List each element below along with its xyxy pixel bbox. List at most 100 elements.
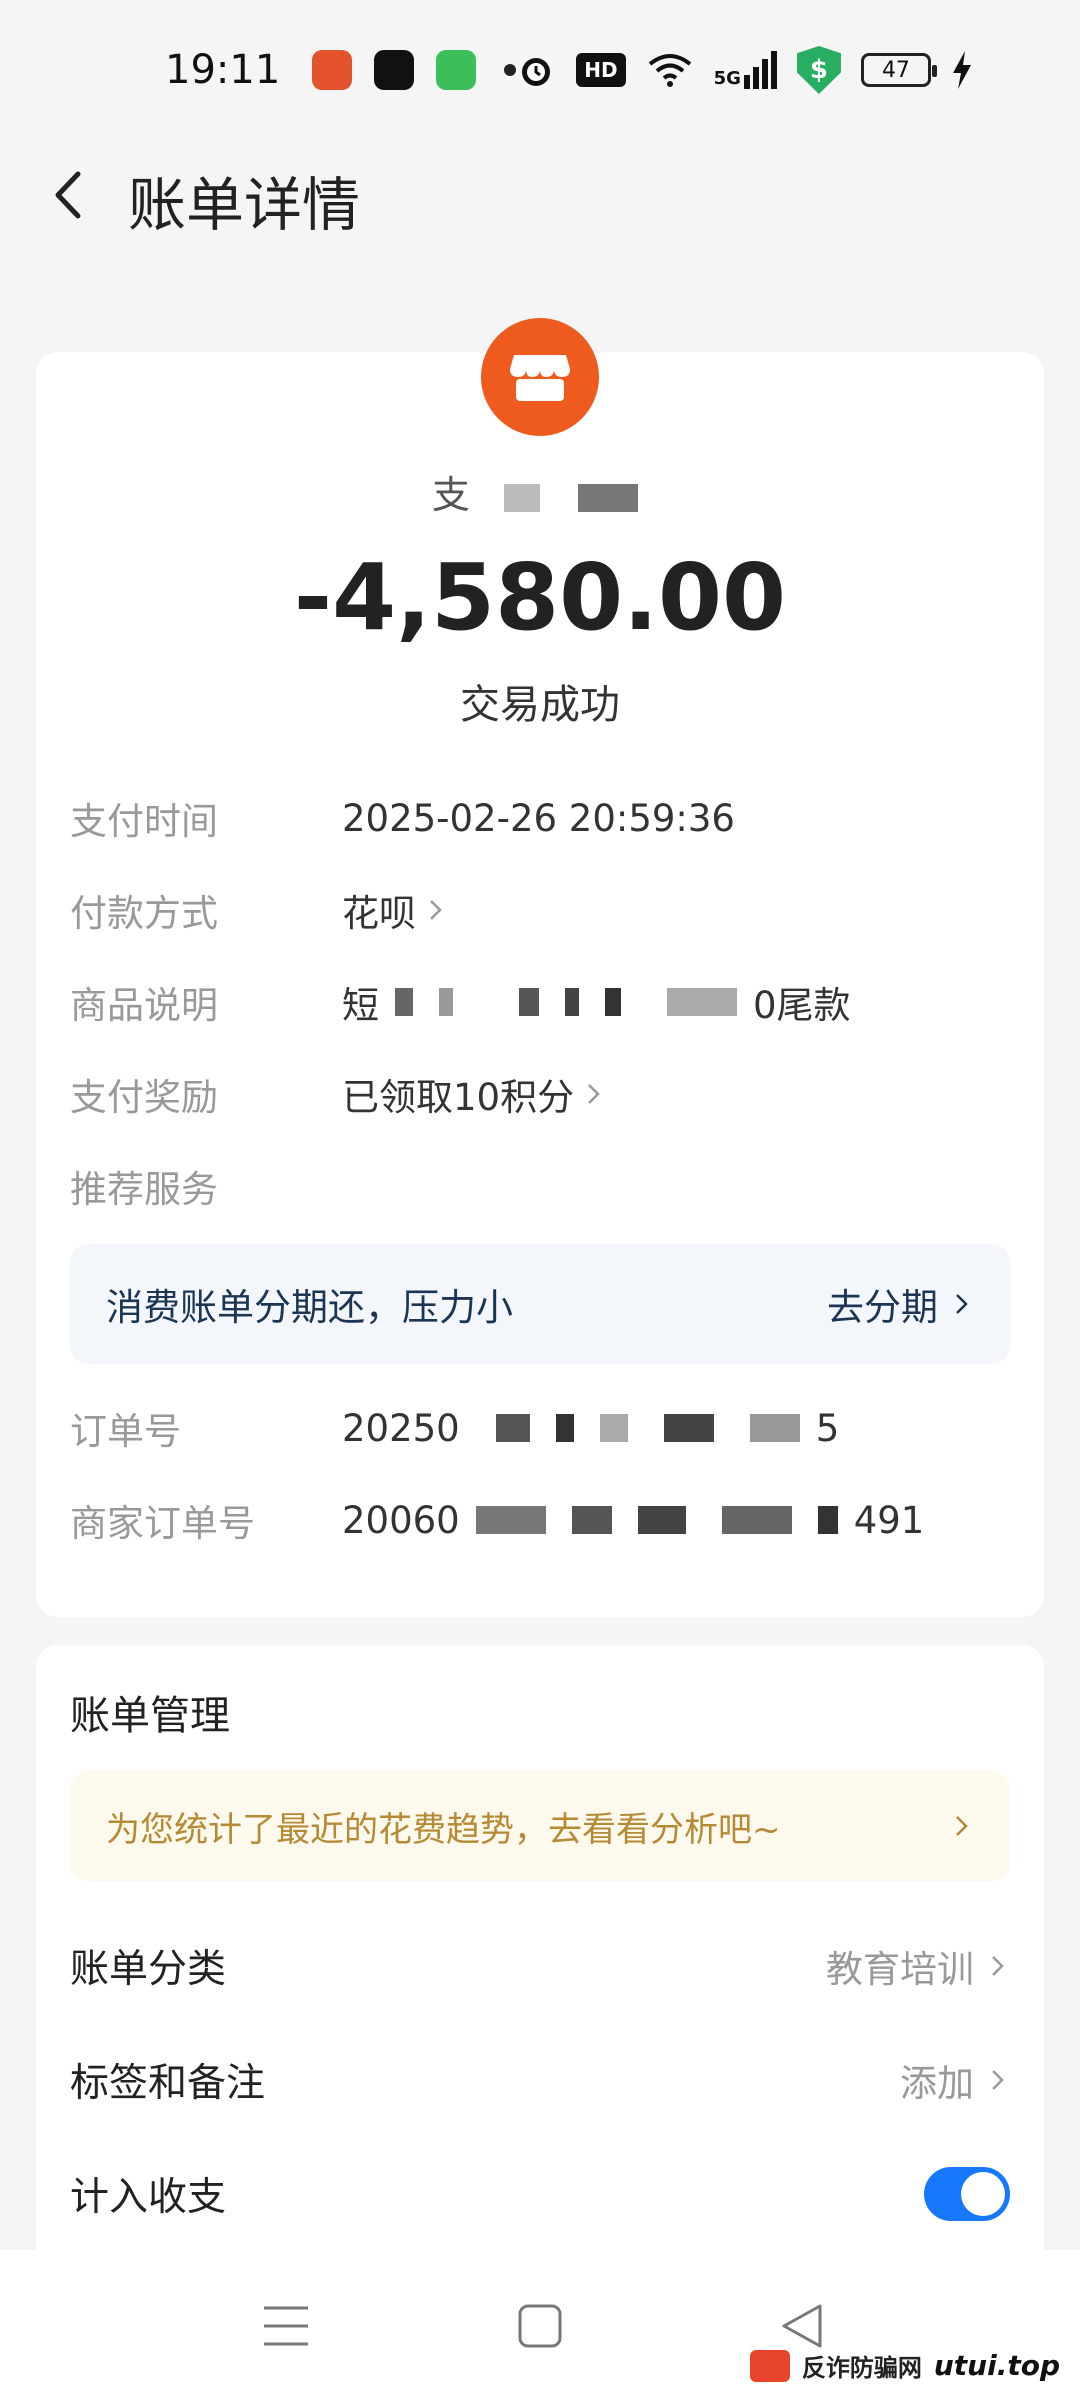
tag-note-value[interactable]: 添加 — [900, 2053, 1010, 2107]
goods-value-end: 0尾款 — [753, 984, 851, 1027]
merchant-order-value: 20060 491 — [342, 1499, 924, 1542]
order-no-start: 20250 — [342, 1406, 460, 1450]
reward-value[interactable]: 已领取10积分 — [342, 1067, 606, 1121]
bill-amount: -4,580.00 — [293, 544, 787, 651]
order-no-row: 订单号 20250 5 — [70, 1398, 1010, 1458]
redacted-block — [599, 1414, 628, 1442]
redacted-block — [571, 1506, 612, 1534]
security-shield-icon: $ — [796, 46, 841, 94]
battery-level: 47 — [881, 57, 910, 83]
messages-icon — [436, 50, 477, 90]
network-type: 5G — [713, 68, 741, 89]
merchant-order-start: 20060 — [342, 1498, 460, 1542]
order-no-value: 20250 5 — [342, 1407, 839, 1450]
pay-method-value[interactable]: 花呗 — [342, 883, 448, 937]
bill-manage-card: 账单管理 为您统计了最近的花费趋势，去看看分析吧~ 账单分类 教育培训 标签和备… — [36, 1645, 1044, 2265]
order-no-label: 订单号 — [70, 1410, 181, 1453]
battery-icon: 47 — [860, 53, 937, 87]
watermark-url: utui.top — [933, 2349, 1060, 2382]
chevron-right-icon — [992, 2070, 1004, 2090]
bill-category-row[interactable]: 账单分类 教育培训 — [70, 1931, 1010, 2001]
bill-category-text: 教育培训 — [826, 1948, 974, 1991]
bill-detail-card: 支 -4,580.00 交易成功 支付时间 2025-02-26 20:59:3… — [36, 318, 1044, 1617]
chevron-right-icon — [430, 900, 442, 920]
installment-banner[interactable]: 消费账单分期还，压力小 去分期 — [70, 1244, 1010, 1364]
more-notifications-icon — [504, 64, 517, 76]
home-icon[interactable] — [512, 2298, 568, 2354]
status-time: 19:11 — [165, 47, 281, 93]
merchant-name-text: 支 — [431, 473, 476, 517]
alarm-icon — [522, 58, 551, 86]
hd-icon: HD — [576, 53, 626, 87]
spending-trend-tip[interactable]: 为您统计了最近的花费趋势，去看看分析吧~ — [70, 1771, 1010, 1881]
redacted-block — [637, 1506, 686, 1534]
chevron-right-icon — [992, 1956, 1004, 1976]
pay-method-row[interactable]: 付款方式 花呗 — [70, 880, 1010, 940]
menu-icon[interactable] — [258, 2298, 314, 2354]
merchant-order-end: 491 — [853, 1498, 925, 1542]
count-income-label: 计入收支 — [70, 2175, 227, 2220]
watermark: 反诈防骗网 utui.top — [749, 2348, 1060, 2383]
redacted-block — [721, 1506, 792, 1534]
goods-value: 短 0尾款 — [342, 975, 851, 1029]
redacted-block — [555, 1414, 574, 1442]
merchant-order-label: 商家订单号 — [70, 1502, 255, 1545]
chevron-right-icon — [588, 1084, 600, 1104]
redacted-block — [663, 1414, 714, 1442]
bill-category-value[interactable]: 教育培训 — [826, 1939, 1010, 1993]
bill-category-label: 账单分类 — [70, 1947, 227, 1992]
order-no-end: 5 — [815, 1406, 840, 1450]
installment-text: 消费账单分期还，压力小 — [106, 1286, 513, 1329]
charging-icon — [952, 51, 971, 89]
shield-symbol: $ — [809, 55, 828, 85]
redacted-block — [749, 1414, 800, 1442]
nav-bar: 账单详情 — [0, 140, 1080, 250]
app-notification-icon — [312, 50, 353, 90]
installment-action-label: 去分期 — [827, 1286, 938, 1329]
redacted-block — [605, 988, 621, 1016]
recommend-label: 推荐服务 — [70, 1168, 218, 1211]
chevron-right-icon — [956, 1816, 968, 1836]
redacted-block — [495, 1414, 530, 1442]
installment-button[interactable]: 去分期 — [827, 1277, 974, 1331]
recommend-row: 推荐服务 — [70, 1156, 1010, 1216]
pay-time-value: 2025-02-26 20:59:36 — [342, 796, 735, 840]
pay-method-text: 花呗 — [342, 892, 416, 935]
watermark-logo-icon — [749, 2349, 790, 2382]
reward-text: 已领取10积分 — [342, 1076, 575, 1119]
merchant-name: 支 — [36, 464, 1044, 519]
redacted-block — [395, 988, 413, 1016]
pay-method-label: 付款方式 — [70, 892, 218, 935]
redacted-block — [667, 988, 737, 1016]
cellular-signal-icon: 5G — [714, 51, 777, 89]
tag-note-add-text: 添加 — [900, 2062, 974, 2105]
chevron-right-icon — [956, 1294, 968, 1314]
merchant-store-icon — [481, 318, 599, 436]
count-income-row: 计入收支 — [70, 2159, 1010, 2229]
tag-note-label: 标签和备注 — [70, 2061, 266, 2106]
count-income-toggle[interactable] — [924, 2167, 1010, 2221]
back-arrow-icon[interactable] — [46, 170, 96, 220]
merchant-order-row: 商家订单号 20060 491 — [70, 1490, 1010, 1550]
tag-note-row[interactable]: 标签和备注 添加 — [70, 2045, 1010, 2115]
redacted-block — [475, 1506, 546, 1534]
status-bar: 19:11 HD 5G $ 47 — [0, 0, 1080, 140]
trade-status: 交易成功 — [460, 682, 620, 728]
redacted-block — [504, 483, 540, 512]
back-triangle-icon[interactable] — [774, 2298, 830, 2354]
manage-section-title: 账单管理 — [70, 1693, 230, 1739]
page-title: 账单详情 — [128, 171, 361, 239]
toggle-knob — [961, 2172, 1005, 2216]
wifi-icon — [648, 54, 691, 87]
goods-row: 商品说明 短 0尾款 — [70, 972, 1010, 1032]
reward-row[interactable]: 支付奖励 已领取10积分 — [70, 1064, 1010, 1124]
goods-label: 商品说明 — [70, 984, 218, 1027]
goods-value-start: 短 — [342, 984, 379, 1027]
redacted-block — [439, 988, 453, 1016]
watermark-text: 反诈防骗网 — [801, 2354, 922, 2382]
pay-time-label: 支付时间 — [70, 800, 218, 843]
redacted-block — [817, 1506, 838, 1534]
spending-trend-tip-text: 为您统计了最近的花费趋势，去看看分析吧~ — [106, 1809, 781, 1850]
redacted-block — [565, 988, 579, 1016]
reward-label: 支付奖励 — [70, 1076, 218, 1119]
